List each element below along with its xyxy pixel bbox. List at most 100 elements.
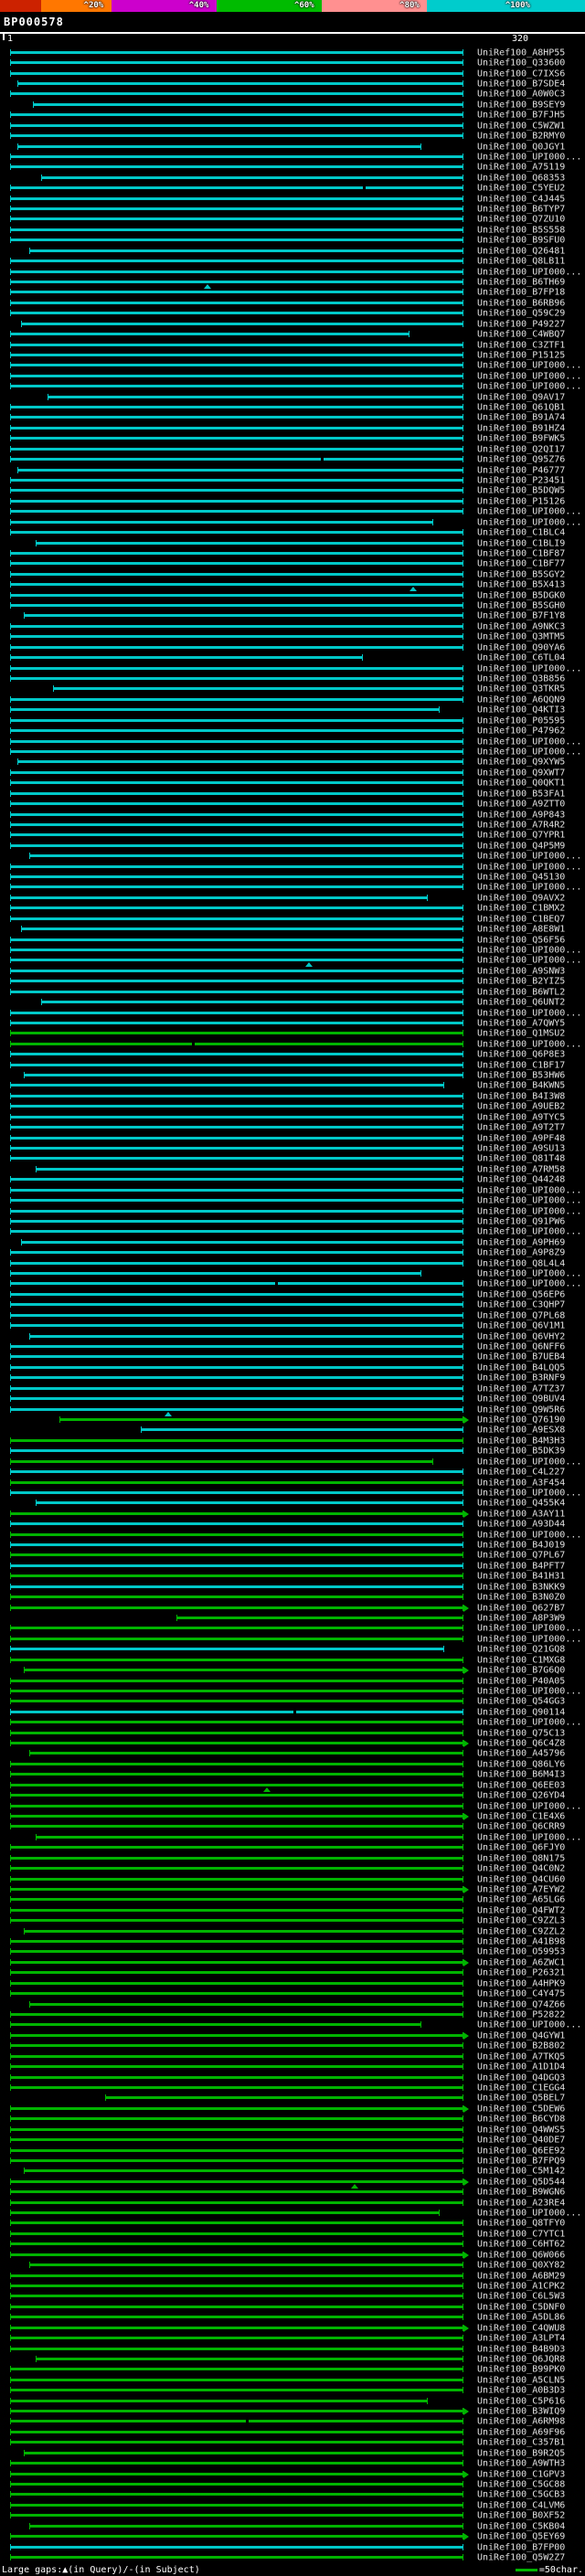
hit-row[interactable]: UniRef100_C1BF17 [0,1060,585,1070]
hit-label[interactable]: UniRef100_B4LQQ5 [477,1362,565,1373]
hit-row[interactable]: UniRef100_Q5BEL7 [0,2094,585,2104]
hit-alignment-bar[interactable] [10,1259,463,1267]
hit-row[interactable]: UniRef100_B7SDE4 [0,79,585,89]
hit-label[interactable]: UniRef100_UPI000... [477,2209,581,2219]
hit-row[interactable]: UniRef100_B9R2Q5 [0,2448,585,2458]
hit-alignment-bar[interactable] [10,1479,463,1486]
hit-alignment-bar[interactable] [10,1906,463,1913]
hit-label[interactable]: UniRef100_B9SEY9 [477,100,565,110]
hit-row[interactable]: UniRef100_B4LQQ5 [0,1362,585,1373]
hit-row[interactable]: UniRef100_B4KWN5 [0,1081,585,1091]
hit-label[interactable]: UniRef100_Q33600 [477,58,565,69]
hit-label[interactable]: UniRef100_Q9XYW5 [477,758,565,768]
hit-alignment-bar[interactable] [10,675,463,683]
hit-alignment-bar[interactable] [10,706,441,714]
hit-row[interactable]: UniRef100_Q90YA6 [0,642,585,652]
hit-label[interactable]: UniRef100_A45796 [477,1749,565,1759]
hit-label[interactable]: UniRef100_A8E8W1 [477,925,565,935]
hit-row[interactable]: UniRef100_C4QWU8 [0,2323,585,2333]
hit-row[interactable]: UniRef100_C6L5W3 [0,2292,585,2302]
hit-alignment-bar[interactable] [10,2220,463,2227]
hit-label[interactable]: UniRef100_C1BLI9 [477,538,565,548]
hit-label[interactable]: UniRef100_UPI000... [477,1718,581,1728]
hit-label[interactable]: UniRef100_Q4C0N2 [477,1864,565,1874]
hit-label[interactable]: UniRef100_B3NKK9 [477,1582,565,1592]
hit-row[interactable]: UniRef100_A3AY11 [0,1509,585,1519]
hit-alignment-bar[interactable] [10,2418,463,2425]
hit-label[interactable]: UniRef100_UPI000... [477,361,581,371]
hit-row[interactable]: UniRef100_Q8LB11 [0,256,585,267]
hit-label[interactable]: UniRef100_B9R2Q5 [477,2448,565,2458]
hit-row[interactable]: UniRef100_UPI000... [0,1457,585,1467]
hit-row[interactable]: UniRef100_Q2QI17 [0,444,585,454]
hit-alignment-bar[interactable] [10,133,463,140]
hit-alignment-bar[interactable] [10,622,463,630]
hit-alignment-bar[interactable] [10,445,463,452]
hit-label[interactable]: UniRef100_UPI000... [477,1457,581,1467]
hit-alignment-bar[interactable] [29,853,463,860]
hit-row[interactable]: UniRef100_A75119 [0,163,585,173]
hit-row[interactable]: UniRef100_Q26YD4 [0,1790,585,1801]
hit-row[interactable]: UniRef100_Q9XWT7 [0,768,585,778]
hit-label[interactable]: UniRef100_Q9AV17 [477,392,565,402]
hit-label[interactable]: UniRef100_C9ZZL3 [477,1916,565,1926]
hit-label[interactable]: UniRef100_UPI000... [477,1801,581,1811]
hit-alignment-bar[interactable] [10,1521,463,1528]
hit-row[interactable]: UniRef100_B3WIQ9 [0,2406,585,2417]
hit-row[interactable]: UniRef100_B3RNF9 [0,1373,585,1383]
hit-label[interactable]: UniRef100_Q40DE7 [477,2136,565,2146]
hit-alignment-bar[interactable] [10,1646,444,1653]
hit-label[interactable]: UniRef100_Q8L4L4 [477,1258,565,1268]
hit-row[interactable]: UniRef100_Q6W066 [0,2250,585,2260]
hit-alignment-bar[interactable] [10,884,463,891]
hit-alignment-bar[interactable] [10,1197,463,1204]
hit-label[interactable]: UniRef100_UPI000... [477,1530,581,1540]
hit-row[interactable]: UniRef100_UPI000... [0,1206,585,1216]
hit-label[interactable]: UniRef100_A7QWY5 [477,1018,565,1028]
hit-label[interactable]: UniRef100_Q74Z66 [477,1999,565,2009]
hit-row[interactable]: UniRef100_Q1MSU2 [0,1029,585,1039]
hit-alignment-bar[interactable] [10,111,463,119]
hit-row[interactable]: UniRef100_Q4C0N2 [0,1863,585,1874]
hit-alignment-bar[interactable] [10,2533,463,2540]
hit-label[interactable]: UniRef100_UPI000... [477,862,581,872]
hit-label[interactable]: UniRef100_UPI000... [477,747,581,757]
hit-label[interactable]: UniRef100_C4LVM6 [477,2500,565,2510]
hit-alignment-bar[interactable] [10,341,463,348]
hit-label[interactable]: UniRef100_P26321 [477,1968,565,1978]
hit-label[interactable]: UniRef100_A8HP55 [477,48,565,58]
hit-row[interactable]: UniRef100_C1BEQ7 [0,914,585,924]
hit-row[interactable]: UniRef100_Q7PL67 [0,1551,585,1561]
hit-label[interactable]: UniRef100_Q26YD4 [477,1791,565,1801]
hit-alignment-bar[interactable] [10,1207,463,1214]
hit-label[interactable]: UniRef100_UPI000... [477,737,581,747]
hit-row[interactable]: UniRef100_B4B9D3 [0,2344,585,2354]
hit-row[interactable]: UniRef100_UPI000... [0,2020,585,2030]
hit-label[interactable]: UniRef100_UPI000... [477,267,581,277]
hit-label[interactable]: UniRef100_Q3B856 [477,674,565,684]
hit-alignment-bar[interactable] [29,247,463,254]
hit-row[interactable]: UniRef100_B6TH69 [0,277,585,289]
hit-label[interactable]: UniRef100_P40A05 [477,1676,565,1686]
hit-label[interactable]: UniRef100_Q6CRR9 [477,1822,565,1832]
hit-row[interactable]: UniRef100_B2RMY0 [0,131,585,142]
hit-alignment-bar[interactable] [10,894,428,901]
hit-label[interactable]: UniRef100_A5DL86 [477,2313,565,2323]
hit-row[interactable]: UniRef100_Q3B856 [0,673,585,684]
hit-row[interactable]: UniRef100_B7FP00 [0,2542,585,2552]
hit-label[interactable]: UniRef100_UPI000... [477,152,581,162]
hit-row[interactable]: UniRef100_C5DEW6 [0,2104,585,2114]
hit-label[interactable]: UniRef100_A1D1D4 [477,2062,565,2072]
hit-alignment-bar[interactable] [10,2189,463,2196]
hit-label[interactable]: UniRef100_Q9BUV4 [477,1394,565,1405]
hit-label[interactable]: UniRef100_Q5EY69 [477,2532,565,2542]
hit-label[interactable]: UniRef100_A9TYC5 [477,1112,565,1122]
hit-label[interactable]: UniRef100_C4J445 [477,194,565,204]
hit-row[interactable]: UniRef100_Q56F56 [0,935,585,945]
hit-alignment-bar[interactable] [10,1217,463,1224]
hit-alignment-bar[interactable] [10,1343,463,1351]
hit-row[interactable]: UniRef100_UPI000... [0,1008,585,1018]
hit-row[interactable]: UniRef100_B99PK0 [0,2365,585,2375]
hit-row[interactable]: UniRef100_C1BF77 [0,559,585,569]
hit-row[interactable]: UniRef100_C1GPV3 [0,2469,585,2479]
